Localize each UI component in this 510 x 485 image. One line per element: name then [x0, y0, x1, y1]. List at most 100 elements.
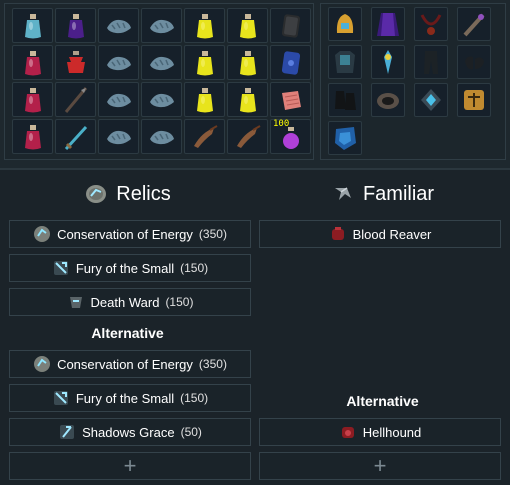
loadout-top: 100 [0, 0, 510, 168]
blue-book-icon [276, 48, 306, 78]
alt-relic-row-shadows-grace[interactable]: Shadows Grace (50) [9, 418, 251, 446]
yellow-potion-icon [190, 85, 220, 115]
body-armour-icon [330, 47, 360, 77]
inventory-slot[interactable] [98, 82, 139, 117]
relic-name: Death Ward [90, 294, 160, 310]
relic-row-fury-of-the-small[interactable]: Fury of the Small (150) [9, 254, 251, 282]
prayer-potion-blue-icon [18, 11, 48, 41]
inventory-slot[interactable] [184, 119, 225, 154]
familiar-row-blood-reaver[interactable]: Blood Reaver [259, 220, 501, 248]
death-ward-icon [67, 293, 85, 311]
amulet-icon [416, 9, 446, 39]
inventory-slot[interactable] [98, 8, 139, 43]
conservation-icon [33, 355, 51, 373]
boots-icon [330, 85, 360, 115]
blue-shark-food-icon [104, 122, 134, 152]
familiar-heading: Familiar [255, 182, 510, 206]
relic-points: (350) [198, 227, 227, 241]
add-familiar-button[interactable]: + [259, 452, 501, 480]
inventory-slot[interactable] [227, 119, 268, 154]
inventory-slot[interactable] [12, 45, 53, 80]
equipment-slot[interactable] [371, 83, 405, 117]
inventory-slot[interactable] [141, 82, 182, 117]
dark-staff-icon [61, 85, 91, 115]
relic-name: Shadows Grace [82, 424, 175, 440]
inventory-slot[interactable] [55, 119, 96, 154]
inventory-slot[interactable] [270, 45, 311, 80]
equipment-slot[interactable] [414, 83, 448, 117]
equipment-slot[interactable] [371, 7, 405, 41]
inventory-slot[interactable] [270, 8, 311, 43]
red-potion-icon [18, 85, 48, 115]
equipment-slot-empty [500, 45, 510, 79]
relics-title: Relics [116, 182, 171, 205]
inventory-slot[interactable] [98, 119, 139, 154]
plus-icon: + [123, 453, 137, 478]
equipment-slot-empty [414, 121, 448, 155]
equipment-slot-empty [371, 121, 405, 155]
yellow-potion-icon [190, 11, 220, 41]
book-of-balance-icon [459, 85, 489, 115]
ring-icon [373, 85, 403, 115]
inventory-slot[interactable] [12, 82, 53, 117]
equipment-slot[interactable] [457, 45, 491, 79]
inventory-slot[interactable] [227, 45, 268, 80]
blue-shark-food-icon [147, 85, 177, 115]
relic-row-conservation-of-energy[interactable]: Conservation of Energy (350) [9, 220, 251, 248]
alt-relic-row-fury-of-the-small[interactable]: Fury of the Small (150) [9, 384, 251, 412]
familiar-row-hellhound[interactable]: Hellhound [259, 418, 501, 446]
equipment-slot[interactable] [328, 45, 362, 79]
inventory-slot[interactable] [12, 8, 53, 43]
blue-shark-food-icon [147, 11, 177, 41]
blue-shark-food-icon [147, 122, 177, 152]
inventory-slot[interactable] [55, 82, 96, 117]
blue-gem-icon [416, 85, 446, 115]
legs-armour-icon [416, 47, 446, 77]
inventory-slot[interactable] [270, 82, 311, 117]
equipment-slot-empty [500, 83, 510, 117]
shadows-grace-icon [58, 423, 76, 441]
equipment-slot[interactable] [328, 83, 362, 117]
wand-icon [459, 9, 489, 39]
relic-stone-icon [84, 182, 108, 206]
blue-totem-icon [373, 47, 403, 77]
alt-relic-row-conservation-of-energy[interactable]: Conservation of Energy (350) [9, 350, 251, 378]
relic-name: Conservation of Energy [57, 356, 193, 372]
inventory-slot[interactable] [184, 82, 225, 117]
gold-helmet-icon [330, 9, 360, 39]
equipment-slot[interactable] [371, 45, 405, 79]
inventory-slot[interactable] [184, 8, 225, 43]
inventory-slot[interactable]: 100 [270, 119, 311, 154]
equipment-slot-empty [457, 121, 491, 155]
familiar-name: Blood Reaver [352, 226, 432, 242]
inventory-slot[interactable] [141, 8, 182, 43]
inventory-slot[interactable] [98, 45, 139, 80]
equipment-slot[interactable] [328, 7, 362, 41]
inventory-slot[interactable] [184, 45, 225, 80]
add-relic-button[interactable]: + [9, 452, 251, 480]
blue-shark-food-icon [104, 11, 134, 41]
plus-icon: + [373, 453, 387, 478]
inventory-slot[interactable] [141, 119, 182, 154]
relics-alternative-label: Alternative [91, 325, 164, 341]
fury-icon [52, 389, 70, 407]
equipment-slot[interactable] [414, 7, 448, 41]
inventory-slot[interactable] [227, 8, 268, 43]
inventory-slot[interactable] [12, 119, 53, 154]
equipment-slot[interactable] [328, 121, 362, 155]
item-quantity: 100 [273, 119, 290, 129]
inventory-slot[interactable] [55, 45, 96, 80]
red-potion-icon [18, 122, 48, 152]
relic-row-death-ward[interactable]: Death Ward (150) [9, 288, 251, 316]
relic-name: Conservation of Energy [57, 226, 193, 242]
red-super-potion-icon [61, 48, 91, 78]
inventory-slot[interactable] [141, 45, 182, 80]
yellow-potion-icon [233, 85, 263, 115]
equipment-slot[interactable] [414, 45, 448, 79]
inventory-slot[interactable] [227, 82, 268, 117]
equipment-slot[interactable] [457, 83, 491, 117]
inventory-slot[interactable] [55, 8, 96, 43]
relic-points: (50) [180, 425, 202, 439]
relics-heading: Relics [0, 182, 255, 206]
equipment-slot[interactable] [457, 7, 491, 41]
